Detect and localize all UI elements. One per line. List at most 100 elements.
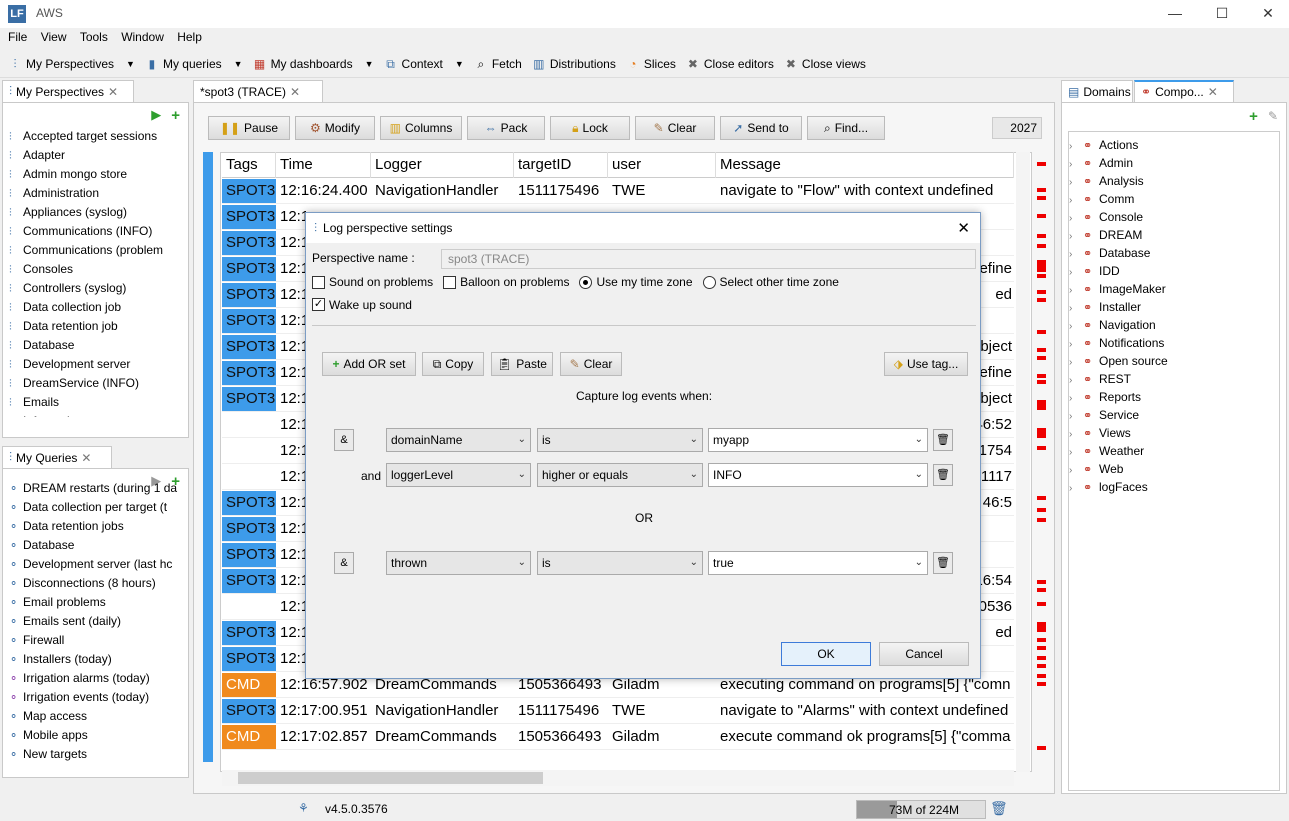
problem-marker[interactable]: [1037, 428, 1046, 438]
list-item[interactable]: ⫶ Communications (INFO): [3, 222, 188, 241]
list-item[interactable]: ⚬ Irrigation alarms (today): [3, 669, 188, 688]
chevron-down-icon[interactable]: ▼: [455, 59, 464, 69]
problem-marker[interactable]: [1037, 518, 1046, 522]
context-button[interactable]: ⧉ Context ▼: [384, 51, 464, 77]
problem-marker[interactable]: [1037, 602, 1046, 606]
distributions-button[interactable]: ▥ Distributions: [532, 51, 616, 77]
list-item[interactable]: ⫶ Database: [3, 336, 188, 355]
problem-marker[interactable]: [1037, 588, 1046, 592]
select-other-time-zone-radio[interactable]: Select other time zone: [702, 275, 839, 289]
list-item[interactable]: ⚬ Installers (today): [3, 650, 188, 669]
my-perspectives-button[interactable]: ⫶ My Perspectives ▼: [8, 51, 135, 77]
paste-button[interactable]: 📋︎ Paste: [491, 352, 553, 376]
list-item[interactable]: ⚬ Development server (last hc: [3, 555, 188, 574]
menu-window[interactable]: Window: [121, 30, 164, 44]
operator-select-3[interactable]: is ⌄: [537, 551, 703, 575]
my-queries-button[interactable]: ▮ My queries ▼: [145, 51, 243, 77]
tree-item[interactable]: › ⚭ Database: [1069, 244, 1279, 262]
tab-my-queries[interactable]: ⫶ My Queries ✕: [2, 446, 112, 468]
problem-marker[interactable]: [1037, 674, 1046, 678]
list-item[interactable]: ⫶Informative: [3, 412, 188, 417]
list-item[interactable]: ⫶ Emails: [3, 393, 188, 412]
problem-marker[interactable]: [1037, 664, 1046, 668]
tree-item[interactable]: › ⚭ Console: [1069, 208, 1279, 226]
trash-icon[interactable]: 🗑︎: [990, 800, 1008, 817]
chevron-down-icon[interactable]: ▼: [234, 59, 243, 69]
list-item[interactable]: ⫶ Communications (problem: [3, 241, 188, 260]
tree-item[interactable]: › ⚭ REST: [1069, 370, 1279, 388]
clear-button[interactable]: ✎ Clear: [635, 116, 715, 140]
list-item[interactable]: ⚬ Firewall: [3, 631, 188, 650]
maximize-button[interactable]: ☐: [1204, 2, 1240, 26]
problem-marker[interactable]: [1037, 656, 1046, 660]
chevron-right-icon[interactable]: ›: [1069, 480, 1083, 498]
problem-marker[interactable]: [1037, 244, 1046, 248]
horizontal-scrollbar[interactable]: [222, 770, 1014, 786]
modify-button[interactable]: ⚙ Modify: [295, 116, 375, 140]
lock-button[interactable]: 🔒︎ Lock: [550, 116, 630, 140]
close-tab-icon[interactable]: ✕: [81, 451, 91, 465]
list-item[interactable]: ⫶ Accepted target sessions: [3, 127, 188, 146]
tab-my-perspectives[interactable]: ⫶ My Perspectives ✕: [2, 80, 134, 102]
close-tab-icon[interactable]: ✕: [1208, 85, 1218, 99]
close-icon[interactable]: ✕: [957, 219, 970, 237]
wake-up-sound-checkbox[interactable]: ✓ Wake up sound: [312, 298, 412, 312]
problem-marker[interactable]: [1037, 214, 1046, 218]
table-row[interactable]: SPOT3 12:16:24.400 NavigationHandler 151117…: [222, 178, 1014, 204]
list-item[interactable]: ⚬ Data collection per target (t: [3, 498, 188, 517]
list-item[interactable]: ⚬ Map access: [3, 707, 188, 726]
ok-button[interactable]: OK: [781, 642, 871, 666]
problem-marker[interactable]: [1037, 374, 1046, 378]
operator-select-2[interactable]: higher or equals ⌄: [537, 463, 703, 487]
value-combo-3[interactable]: true ⌄: [708, 551, 928, 575]
list-item[interactable]: ⚬ Email problems: [3, 593, 188, 612]
find-button[interactable]: ⌕ Find...: [807, 116, 885, 140]
close-window-button[interactable]: ✕: [1250, 2, 1286, 26]
problem-marker[interactable]: [1037, 290, 1046, 294]
chevron-down-icon[interactable]: ▼: [126, 59, 135, 69]
close-tab-icon[interactable]: ✕: [290, 85, 300, 99]
list-item[interactable]: ⫶ DreamService (INFO): [3, 374, 188, 393]
tree-item[interactable]: › ⚭ Actions: [1069, 136, 1279, 154]
tree-item[interactable]: › ⚭ Web: [1069, 460, 1279, 478]
problem-marker[interactable]: [1037, 348, 1046, 352]
problem-marker[interactable]: [1037, 298, 1046, 302]
col-tags[interactable]: Tags: [222, 151, 276, 178]
add-icon[interactable]: +: [1249, 108, 1258, 125]
tab-spot3[interactable]: *spot3 (TRACE) ✕: [193, 80, 323, 102]
problem-marker[interactable]: [1037, 400, 1046, 410]
problem-marker[interactable]: [1037, 162, 1046, 166]
col-logger[interactable]: Logger: [371, 151, 514, 178]
value-combo-2[interactable]: INFO ⌄: [708, 463, 928, 487]
list-item[interactable]: ⫶ Controllers (syslog): [3, 279, 188, 298]
problem-marker[interactable]: [1037, 274, 1046, 278]
tree-item[interactable]: › ⚭ Comm: [1069, 190, 1279, 208]
table-row[interactable]: SPOT3 12:17:00.951 NavigationHandler 151117…: [222, 698, 1014, 724]
col-user[interactable]: user: [608, 151, 716, 178]
table-row[interactable]: CMD 12:17:02.857 DreamCommands 1505366493 Gi…: [222, 724, 1014, 750]
list-item[interactable]: ⫶ Development server: [3, 355, 188, 374]
and-toggle-button-1[interactable]: &: [334, 429, 354, 451]
list-item[interactable]: ⫶ Admin mongo store: [3, 165, 188, 184]
tree-item[interactable]: › ⚭ Analysis: [1069, 172, 1279, 190]
problem-marker[interactable]: [1037, 380, 1046, 384]
menu-help[interactable]: Help: [177, 30, 202, 44]
tree-item[interactable]: › ⚭ Reports: [1069, 388, 1279, 406]
list-item[interactable]: ⫶ Administration: [3, 184, 188, 203]
problem-marker[interactable]: [1037, 330, 1046, 334]
field-select-1[interactable]: domainName ⌄: [386, 428, 531, 452]
problem-marker[interactable]: [1037, 746, 1046, 750]
problem-marker[interactable]: [1037, 638, 1046, 642]
col-time[interactable]: Time: [276, 151, 371, 178]
tree-item[interactable]: › ⚭ IDD: [1069, 262, 1279, 280]
tree-item[interactable]: › ⚭ Admin: [1069, 154, 1279, 172]
col-targetid[interactable]: targetID: [514, 151, 608, 178]
columns-button[interactable]: ▥ Columns: [380, 116, 462, 140]
clear-conditions-button[interactable]: ✎ Clear: [560, 352, 622, 376]
list-item[interactable]: ⚬ Mobile apps: [3, 726, 188, 745]
menu-tools[interactable]: Tools: [80, 30, 108, 44]
problem-marker[interactable]: [1037, 188, 1046, 192]
close-editors-button[interactable]: ✖ Close editors: [686, 51, 774, 77]
send-to-button[interactable]: ➚ Send to: [720, 116, 802, 140]
problem-marker[interactable]: [1037, 356, 1046, 360]
